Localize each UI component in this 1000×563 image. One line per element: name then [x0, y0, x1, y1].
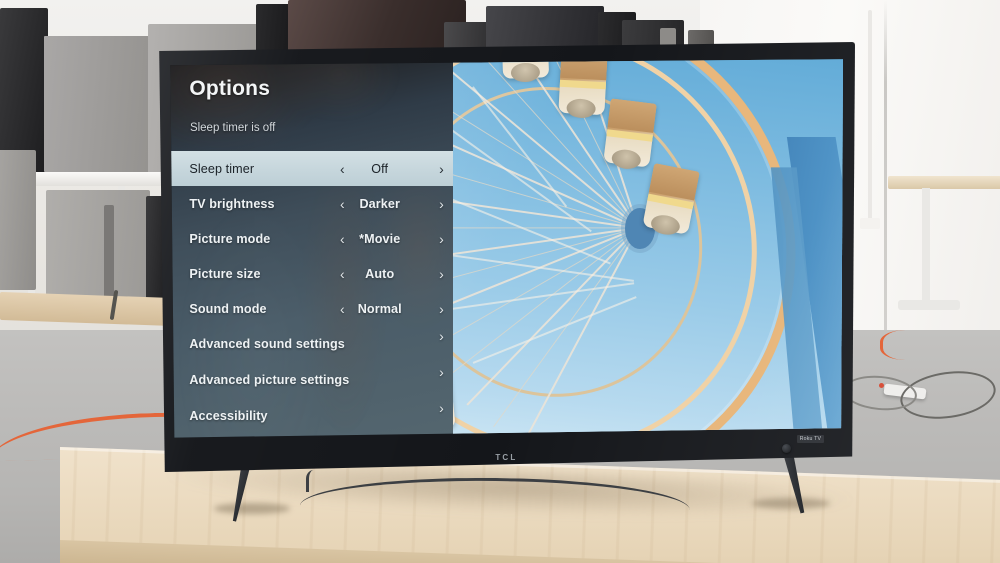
sleep-timer-status: Sleep timer is off: [189, 122, 276, 134]
orange-power-cord: [880, 330, 943, 360]
wall-outlet: [860, 218, 880, 229]
menu-item-picture-mode[interactable]: Picture mode ‹ *Movie ›: [170, 221, 453, 256]
menu-item-value: Auto: [365, 266, 395, 281]
chevron-right-icon[interactable]: ›: [439, 231, 444, 247]
menu-item-value: Darker: [359, 196, 400, 211]
menu-item-label: Sound mode: [189, 301, 267, 316]
menu-item-value: Off: [371, 161, 389, 176]
wall-cable: [868, 10, 872, 222]
tcl-brand-logo: TCL: [495, 452, 518, 462]
wall-seam: [884, 0, 887, 330]
options-list: Sleep timer ‹ Off › TV brightness ‹ Dark…: [170, 151, 454, 434]
menu-item-label: Advanced picture settings: [189, 373, 350, 388]
chevron-left-icon[interactable]: ‹: [340, 266, 345, 282]
tv-screen: Options Sleep timer is off Sleep timer ‹…: [170, 59, 844, 438]
background-tv: [44, 36, 152, 172]
wheel-cabin: [558, 59, 608, 119]
menu-item-label: Advanced sound settings: [189, 337, 345, 352]
menu-item-advanced-sound-settings[interactable]: Advanced sound settings ›: [170, 326, 453, 362]
options-menu-panel: Options Sleep timer is off Sleep timer ‹…: [170, 59, 454, 438]
chevron-right-icon[interactable]: ›: [439, 196, 444, 212]
menu-item-sleep-timer[interactable]: Sleep timer ‹ Off ›: [170, 151, 454, 187]
chevron-left-icon[interactable]: ‹: [340, 231, 345, 247]
right-side-table: [888, 176, 1000, 189]
leg-shadow: [214, 503, 290, 514]
menu-item-label: TV brightness: [189, 196, 275, 211]
menu-item-label: Picture mode: [189, 231, 271, 246]
chevron-right-icon[interactable]: ›: [439, 400, 444, 416]
background-tv: [46, 190, 150, 310]
chevron-right-icon[interactable]: ›: [439, 301, 444, 317]
tv-content-ferris-wheel: [453, 59, 844, 438]
menu-item-label: Picture size: [189, 266, 261, 281]
chevron-left-icon[interactable]: ‹: [340, 196, 345, 212]
chevron-right-icon[interactable]: ›: [439, 328, 444, 344]
menu-item-advanced-picture-settings[interactable]: Advanced picture settings ›: [170, 362, 453, 398]
menu-item-label: Sleep timer: [189, 161, 255, 176]
menu-item-tv-brightness[interactable]: TV brightness ‹ Darker ›: [170, 186, 453, 221]
page-title: Options: [189, 77, 271, 101]
chevron-right-icon[interactable]: ›: [439, 161, 444, 177]
wheel-spoke: [453, 226, 639, 229]
leg-shadow: [752, 498, 830, 509]
menu-item-accessibility[interactable]: Accessibility ›: [170, 398, 453, 434]
chevron-right-icon[interactable]: ›: [439, 266, 444, 282]
roku-tv-badge: Roku TV: [796, 435, 825, 444]
menu-item-value: *Movie: [359, 231, 401, 246]
chevron-right-icon[interactable]: ›: [439, 364, 444, 380]
menu-item-sound-mode[interactable]: Sound mode ‹ Normal ›: [170, 291, 453, 326]
background-tv: [0, 150, 36, 290]
wheel-cabin: [603, 98, 657, 171]
chevron-left-icon[interactable]: ‹: [340, 161, 345, 177]
table-foot: [898, 300, 960, 310]
menu-item-value: Normal: [357, 301, 402, 316]
menu-item-label: Accessibility: [189, 409, 268, 424]
tv-power-cord: [306, 470, 325, 492]
tcl-roku-tv: Options Sleep timer is off Sleep timer ‹…: [155, 42, 855, 472]
ferris-wheel: [453, 59, 844, 438]
chevron-left-icon[interactable]: ‹: [340, 301, 345, 317]
table-leg: [922, 188, 930, 306]
menu-item-picture-size[interactable]: Picture size ‹ Auto ›: [170, 256, 453, 291]
showroom-scene: Options Sleep timer is off Sleep timer ‹…: [0, 0, 1000, 563]
